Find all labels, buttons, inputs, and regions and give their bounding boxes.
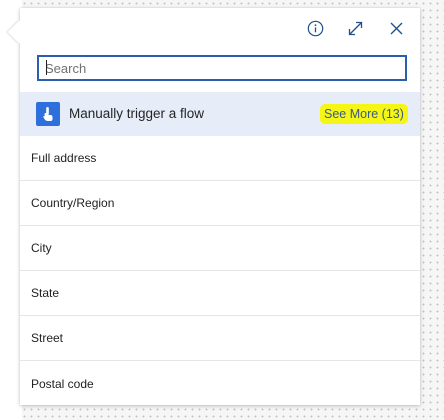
- list-item-postal-code[interactable]: Postal code: [20, 361, 420, 406]
- panel-header: [20, 8, 420, 48]
- search-input[interactable]: [39, 57, 405, 79]
- list-item-city[interactable]: City: [20, 226, 420, 271]
- list-item-state[interactable]: State: [20, 271, 420, 316]
- dynamic-content-panel: Manually trigger a flow See More (13) Fu…: [7, 8, 420, 406]
- canvas-left-margin: [0, 0, 22, 420]
- text-cursor: [46, 60, 47, 75]
- trigger-section-header[interactable]: Manually trigger a flow See More (13): [20, 92, 420, 136]
- expand-icon[interactable]: [345, 18, 365, 38]
- dynamic-content-list: Full address Country/Region City State S…: [20, 136, 420, 406]
- list-item-country-region[interactable]: Country/Region: [20, 181, 420, 226]
- touch-hand-icon: [36, 102, 60, 126]
- info-icon[interactable]: [305, 18, 325, 38]
- close-icon[interactable]: [386, 18, 406, 38]
- list-item-street[interactable]: Street: [20, 316, 420, 361]
- see-more-link[interactable]: See More (13): [320, 104, 408, 124]
- trigger-title: Manually trigger a flow: [69, 106, 205, 121]
- list-item-full-address[interactable]: Full address: [20, 136, 420, 181]
- search-box: [37, 55, 407, 81]
